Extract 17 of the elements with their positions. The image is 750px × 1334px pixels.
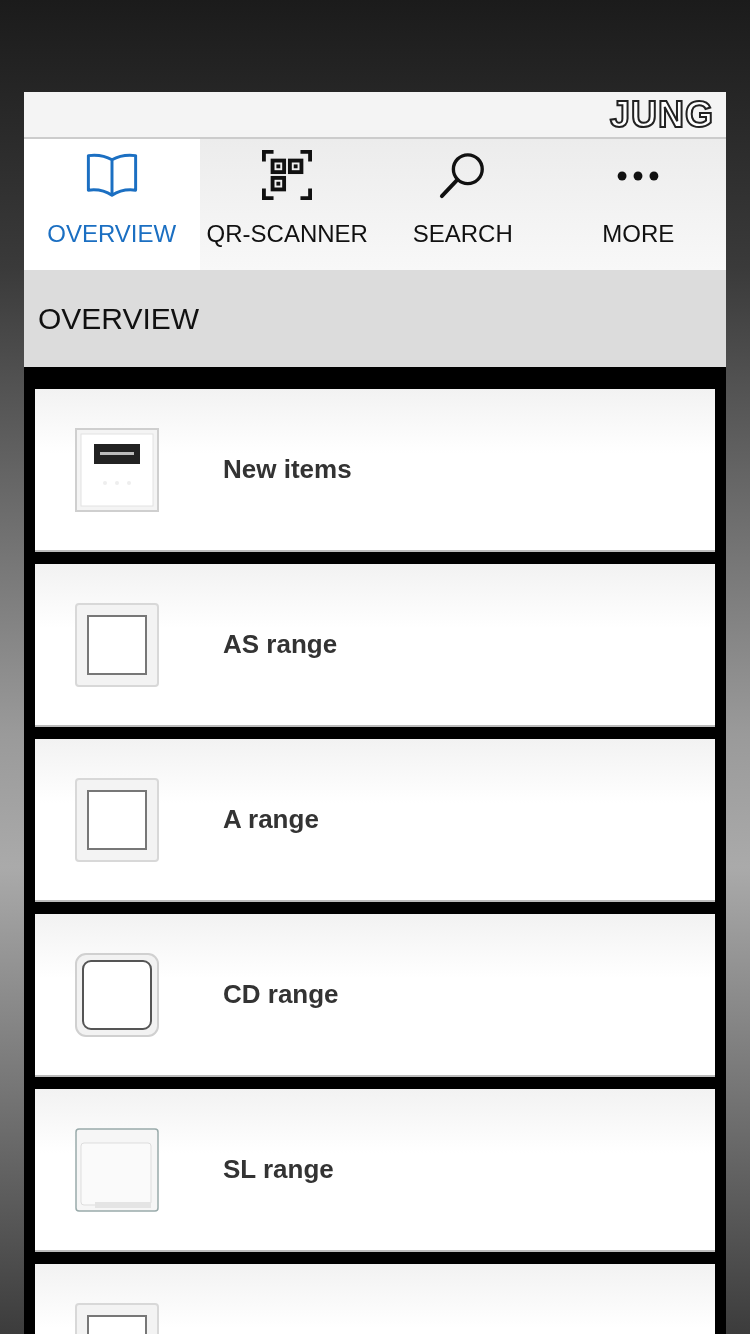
logo: JUNG [609,96,714,133]
item-label: AS range [223,629,338,660]
item-label: New items [223,454,352,485]
item-label: A range [223,804,319,835]
list-item[interactable]: SL range [35,1089,715,1252]
item-label: SL range [223,1154,334,1185]
qr-code-icon [260,150,315,200]
tab[interactable]: OVERVIEW [24,139,200,270]
list-item[interactable]: A range [35,739,715,902]
item-label: CD range [223,979,339,1010]
list-item[interactable]: CD range [35,914,715,1077]
tab[interactable]: SEARCH [375,139,551,270]
list-item[interactable]: AS range [35,564,715,727]
list-item[interactable]: New items [35,389,715,552]
tab[interactable]: QR-SCANNER [199,139,375,270]
section-title: OVERVIEW [38,301,200,336]
tab[interactable]: MORE [550,139,726,270]
